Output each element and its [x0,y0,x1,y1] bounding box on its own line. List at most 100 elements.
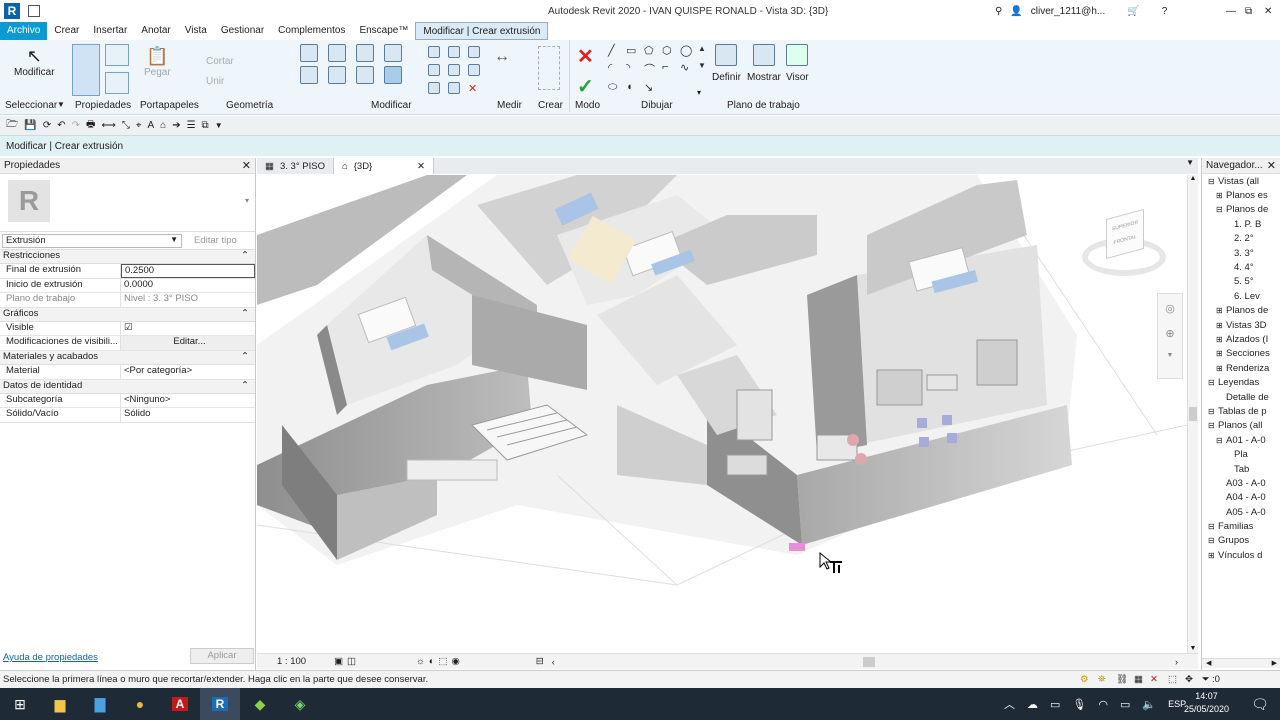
arc-start-end-icon[interactable]: ◜ [608,61,622,77]
rotate-icon[interactable] [356,66,374,84]
expand-toggle-icon[interactable]: ⊞ [1216,335,1226,344]
copy-icon[interactable] [328,66,346,84]
close-hidden-icon[interactable]: ⧉ [202,120,209,131]
circle-icon[interactable]: ◯ [680,44,694,57]
notifications-icon[interactable]: 🗨 [1240,688,1280,720]
onedrive-icon[interactable]: ☁ [1027,698,1038,711]
unpin-icon[interactable] [468,64,480,76]
browser-item[interactable]: ⊟ Vistas (all [1202,174,1280,188]
scroll-down-icon[interactable]: ▼ [1188,645,1198,652]
viewcube[interactable]: SUPERIOR FRONTAL [1082,208,1166,280]
expand-toggle-icon[interactable]: ⊞ [1216,321,1226,330]
apply-button[interactable]: Aplicar [190,648,254,664]
property-row[interactable]: Sólido/Vacío Sólido [0,408,255,423]
browser-item[interactable]: A05 - A-0 [1202,505,1280,519]
view-tabs-dropdown-icon[interactable]: ▼ [1186,158,1194,174]
browser-item[interactable]: 5. 5° [1202,275,1280,289]
browser-item[interactable]: A03 - A-0 [1202,476,1280,490]
extend-icon[interactable] [448,82,460,94]
property-value[interactable]: ☑ [121,322,255,335]
chrome-icon[interactable]: ● [120,688,160,720]
store-icon[interactable]: ▇ [80,688,120,720]
autocad-icon[interactable]: A [160,688,200,720]
modify-tool[interactable]: ↖ Modificar [14,46,55,78]
select-underlay-icon[interactable]: ▦ [1134,674,1143,685]
collapse-icon[interactable]: ⌃ [241,380,249,393]
select-dropdown-icon[interactable]: ▼ [57,100,65,109]
minimize-button[interactable]: — [1226,6,1236,17]
viewcube-front[interactable]: FRONTAL [1107,232,1143,248]
property-value[interactable]: Sólido [121,408,255,421]
shadows-icon[interactable]: ◐ [429,656,435,667]
cancel-edit-mode-icon[interactable]: ✕ [577,44,594,69]
visual-style-icon[interactable]: ◫ [347,656,356,667]
property-group-header[interactable]: Materiales y acabados ⌃ [0,350,255,366]
windows-start-icon[interactable]: ⊞ [0,688,40,720]
circumscribed-polygon-icon[interactable]: ⬡ [662,44,676,57]
property-row[interactable]: Inicio de extrusión 0.0000 [0,278,255,294]
browser-item[interactable]: ⊟ Tablas de p [1202,404,1280,418]
design-options-icon[interactable]: ⛯ [1098,674,1106,685]
select-pinned-icon[interactable]: ✕ [1150,674,1158,685]
help-properties-link[interactable]: Ayuda de propiedades [3,652,98,663]
tab-anotar[interactable]: Anotar [134,22,177,40]
property-row[interactable]: Material <Por categoría> [0,365,255,380]
properties-close-icon[interactable]: ✕ [242,159,251,172]
wifi-icon[interactable]: ◠ [1098,698,1108,711]
property-row[interactable]: Plano de trabajo Nivel : 3. 3° PISO [0,293,255,308]
tab-modificar-extrusion[interactable]: Modificar | Crear extrusión [415,22,549,40]
tab-gestionar[interactable]: Gestionar [214,22,271,40]
save-icon[interactable] [28,5,40,17]
pick-lines-dropdown-icon[interactable]: ▲ [698,44,712,57]
paste-button[interactable]: 📋 Pegar [144,46,171,78]
properties-button[interactable] [72,44,100,96]
scroll-up-icon[interactable]: ▲ [1188,175,1198,182]
undo-icon[interactable]: ↶ [57,120,65,131]
scroll-thumb[interactable] [1189,407,1197,421]
collapse-icon[interactable]: ⌃ [241,250,249,263]
browser-item[interactable]: 1. P. B [1202,217,1280,231]
measure-icon[interactable]: ↔ [494,48,522,88]
browser-item[interactable]: Detalle de [1202,390,1280,404]
filter-icon[interactable]: ⏷ [1202,674,1210,685]
3d-viewport[interactable]: SUPERIOR FRONTAL ◎ ⊕ ▼ [257,175,1187,653]
section-icon[interactable]: ➔ [172,120,180,131]
property-value[interactable]: <Ninguno> [121,394,255,407]
scroll-left-icon[interactable]: ‹ [552,657,555,667]
app-enscape-icon[interactable]: ◈ [280,688,320,720]
sun-path-icon[interactable]: ☼ [416,656,425,667]
file-explorer-icon[interactable]: ▆ [40,688,80,720]
app-logo[interactable]: R [4,3,20,19]
split-gap-icon[interactable] [448,46,460,58]
tab-archivo[interactable]: Archivo [0,22,48,40]
line-icon[interactable]: ╱ [608,44,622,57]
tag-icon[interactable]: ⌖ [136,120,142,131]
property-value[interactable]: 0.2500 [121,264,255,278]
property-row[interactable]: Modificaciones de visibili... Editar... [0,336,255,351]
fillet-arc-icon[interactable]: ⌐ [662,61,676,77]
expand-toggle-icon[interactable]: ⊟ [1208,421,1218,430]
property-row[interactable]: Subcategoría <Ninguno> [0,393,255,409]
mic-icon[interactable]: 🎙 [1072,698,1086,711]
cut-button[interactable]: Cortar [206,56,234,67]
tray-chevron-icon[interactable]: ︿ [1004,696,1015,712]
browser-item[interactable]: ⊞ Secciones [1202,347,1280,361]
browser-item[interactable]: 3. 3° [1202,246,1280,260]
finish-edit-mode-icon[interactable]: ✓ [577,74,594,99]
help-icon[interactable]: ? [1162,6,1168,17]
dropbox-icon[interactable]: ▭ [1050,698,1060,711]
edit-type-button[interactable]: Editar tipo [194,235,237,246]
expand-toggle-icon[interactable]: ⊟ [1208,407,1218,416]
browser-item[interactable]: ⊟ A01 - A-0 [1202,433,1280,447]
close-view-icon[interactable]: ✕ [417,161,425,172]
expand-toggle-icon[interactable]: ⊟ [1208,522,1218,531]
viewer-button[interactable]: Visor [786,44,809,83]
user-name[interactable]: cliver_1211@h... [1031,6,1105,17]
property-group-header[interactable]: Restricciones ⌃ [0,250,255,265]
browser-item[interactable]: Tab [1202,462,1280,476]
browser-scroll-left-icon[interactable]: ◀ [1206,659,1211,668]
save-icon[interactable]: 💾 [24,120,36,131]
expand-toggle-icon[interactable]: ⊟ [1208,177,1218,186]
tab-complementos[interactable]: Complementos [271,22,352,40]
browser-scroll-right-icon[interactable]: ▶ [1272,659,1277,668]
